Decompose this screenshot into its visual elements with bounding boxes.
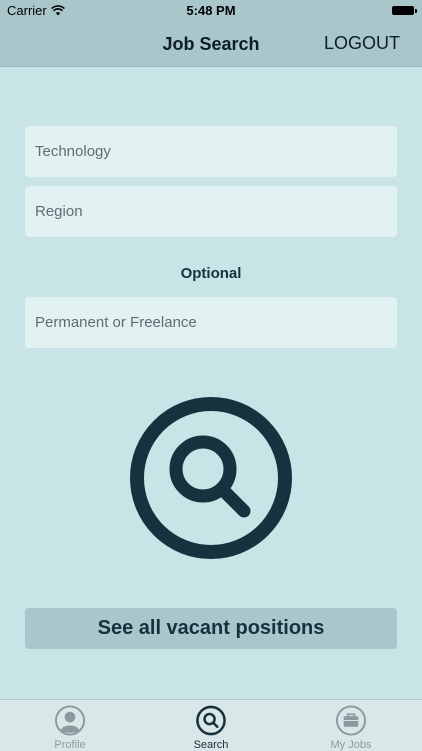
region-field[interactable]: Region [25,186,397,237]
battery-icon [392,6,417,15]
status-bar: Carrier 5:48 PM [0,0,422,22]
technology-field[interactable]: Technology [25,126,397,177]
navigation-bar: Job Search LOGOUT [0,22,422,67]
optional-label: Optional [180,265,242,282]
tab-search-label: Search [193,739,229,751]
status-time: 5:48 PM [186,3,236,18]
search-icon [196,705,226,736]
tab-profile[interactable]: Profile [0,700,140,751]
tab-bar: Profile Search My Jobs [0,699,422,751]
profile-icon [54,705,86,736]
briefcase-icon [335,705,367,736]
employment-type-field[interactable]: Permanent or Freelance [25,297,397,348]
tab-my-jobs-label: My Jobs [330,739,372,751]
logout-button[interactable]: LOGOUT [324,33,400,54]
tab-my-jobs[interactable]: My Jobs [281,700,421,751]
search-button-icon[interactable] [128,395,294,561]
see-all-vacant-positions-button[interactable]: See all vacant positions [25,608,397,649]
tab-profile-label: Profile [54,739,86,751]
tab-search[interactable]: Search [141,700,281,751]
